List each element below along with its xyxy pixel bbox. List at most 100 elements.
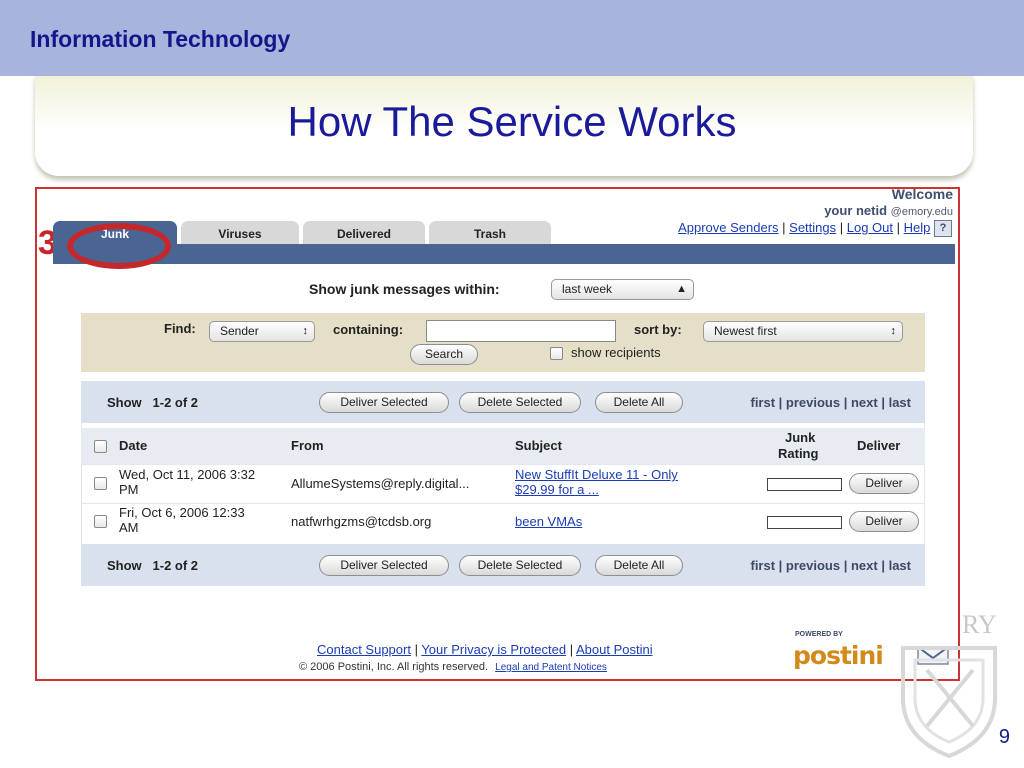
sort-by-label: sort by:: [634, 322, 682, 337]
privacy-link[interactable]: Your Privacy is Protected: [421, 642, 566, 657]
pager-last[interactable]: last: [889, 558, 911, 573]
delete-selected-button[interactable]: Delete Selected: [459, 555, 581, 576]
list-toolbar-top: Show 1-2 of 2 Deliver Selected Delete Se…: [81, 381, 925, 423]
filter-label: Show junk messages within:: [309, 281, 500, 297]
list-toolbar-bottom: Show 1-2 of 2 Deliver Selected Delete Se…: [81, 544, 925, 586]
range-label: 1-2 of 2: [152, 558, 199, 573]
postini-logo: postini: [793, 641, 884, 670]
column-junk-rating-line1: Junk: [785, 430, 816, 445]
user-netid: your netid: [824, 203, 888, 218]
row-date-line1: Wed, Oct 11, 2006 3:32: [119, 467, 256, 482]
search-button[interactable]: Search: [410, 344, 478, 365]
user-domain: @emory.edu: [890, 206, 953, 218]
row-checkbox[interactable]: [94, 477, 107, 490]
tab-trash[interactable]: Trash: [429, 221, 551, 245]
delete-all-button[interactable]: Delete All: [595, 555, 683, 576]
row-date-line2: AM: [119, 520, 139, 535]
column-junk-rating-line2: Rating: [778, 446, 819, 461]
row-date-line1: Fri, Oct 6, 2006 12:33: [119, 505, 245, 520]
find-field-select[interactable]: Sender ↕: [209, 321, 315, 342]
welcome-block: Welcome your netid @emory.edu: [824, 187, 953, 218]
user-line: your netid @emory.edu: [824, 203, 953, 218]
page-number: 9: [998, 726, 1010, 748]
copyright: © 2006 Postini, Inc. All rights reserved…: [299, 661, 607, 673]
sort-select[interactable]: Newest first ↕: [703, 321, 903, 342]
row-date: Fri, Oct 6, 2006 12:33 AM: [119, 505, 245, 535]
nav-bar: [53, 244, 955, 264]
range-label: 1-2 of 2: [152, 395, 199, 410]
period-select[interactable]: last week ▲︎: [551, 279, 694, 300]
settings-link[interactable]: Settings: [789, 220, 836, 235]
pager-previous[interactable]: previous: [786, 395, 840, 410]
highlight-circle: [67, 223, 171, 269]
period-value: last week: [562, 282, 613, 296]
contact-support-link[interactable]: Contact Support: [317, 642, 411, 657]
row-date: Wed, Oct 11, 2006 3:32 PM: [119, 467, 255, 497]
pager-last[interactable]: last: [889, 395, 911, 410]
pager: first | previous | next | last: [750, 558, 911, 573]
row-subject-link[interactable]: New StuffIt Deluxe 11 - Only $29.99 for …: [515, 467, 678, 497]
pager-next[interactable]: next: [851, 558, 878, 573]
copyright-text: © 2006 Postini, Inc. All rights reserved…: [299, 661, 489, 673]
pager-first[interactable]: first: [750, 395, 775, 410]
pager: first | previous | next | last: [750, 395, 911, 410]
top-links: Approve Senders | Settings | Log Out | H…: [678, 220, 952, 238]
pager-previous[interactable]: previous: [786, 558, 840, 573]
row-subject-line2[interactable]: $29.99 for a ...: [515, 482, 678, 497]
show-recipients-label: show recipients: [571, 345, 661, 360]
row-divider: [81, 464, 925, 465]
deliver-button[interactable]: Deliver: [849, 473, 919, 494]
slide-header-bar: Information Technology: [0, 0, 1024, 76]
select-arrows-icon: ▲︎: [676, 283, 687, 295]
footer-links: Contact Support | Your Privacy is Protec…: [317, 642, 653, 657]
select-all-checkbox[interactable]: [94, 440, 107, 453]
show-range: Show 1-2 of 2: [107, 558, 198, 573]
university-seal-icon: [901, 646, 997, 758]
show-recipients-checkbox[interactable]: [550, 347, 563, 360]
table-header: Date From Subject Junk Rating Deliver: [81, 428, 925, 464]
sort-value: Newest first: [714, 324, 777, 338]
row-checkbox[interactable]: [94, 515, 107, 528]
deliver-button[interactable]: Deliver: [849, 511, 919, 532]
deliver-selected-button[interactable]: Deliver Selected: [319, 392, 449, 413]
show-label: Show: [107, 558, 142, 573]
containing-input[interactable]: [426, 320, 616, 342]
pager-first[interactable]: first: [750, 558, 775, 573]
containing-label: containing:: [333, 322, 404, 337]
find-field-value: Sender: [220, 324, 259, 338]
column-deliver: Deliver: [857, 438, 901, 453]
column-subject[interactable]: Subject: [515, 438, 562, 453]
show-label: Show: [107, 395, 142, 410]
organization-name: Information Technology: [30, 26, 291, 52]
deliver-selected-button[interactable]: Deliver Selected: [319, 555, 449, 576]
powered-by-label: POWERED BY: [795, 631, 843, 638]
screenshot-frame: 3 Junk Viruses Delivered Trash Welcome y…: [35, 187, 960, 681]
about-postini-link[interactable]: About Postini: [576, 642, 653, 657]
pager-next[interactable]: next: [851, 395, 878, 410]
row-from: AllumeSystems@reply.digital...: [291, 476, 470, 491]
select-arrows-icon: ↕: [302, 325, 309, 337]
log-out-link[interactable]: Log Out: [847, 220, 893, 235]
column-from[interactable]: From: [291, 438, 324, 453]
delete-all-button[interactable]: Delete All: [595, 392, 683, 413]
help-icon[interactable]: ?: [934, 220, 952, 238]
find-label: Find:: [164, 321, 196, 336]
show-range: Show 1-2 of 2: [107, 395, 198, 410]
delete-selected-button[interactable]: Delete Selected: [459, 392, 581, 413]
row-subject-link[interactable]: been VMAs: [515, 514, 582, 529]
select-arrows-icon: ↕: [890, 325, 897, 337]
junk-rating-bar: [767, 516, 842, 529]
tab-delivered[interactable]: Delivered: [303, 221, 425, 245]
approve-senders-link[interactable]: Approve Senders: [678, 220, 778, 235]
row-subject-line1[interactable]: New StuffIt Deluxe 11 - Only: [515, 467, 678, 482]
junk-rating-bar: [767, 478, 842, 491]
legal-notices-link[interactable]: Legal and Patent Notices: [495, 662, 607, 673]
row-divider: [81, 503, 925, 504]
column-date[interactable]: Date: [119, 438, 147, 453]
row-date-line2: PM: [119, 482, 139, 497]
welcome-text: Welcome: [891, 187, 953, 202]
help-link[interactable]: Help: [904, 220, 931, 235]
tab-viruses[interactable]: Viruses: [181, 221, 299, 245]
row-from: natfwrhgzms@tcdsb.org: [291, 514, 432, 529]
slide-title: How The Service Works: [287, 98, 737, 145]
